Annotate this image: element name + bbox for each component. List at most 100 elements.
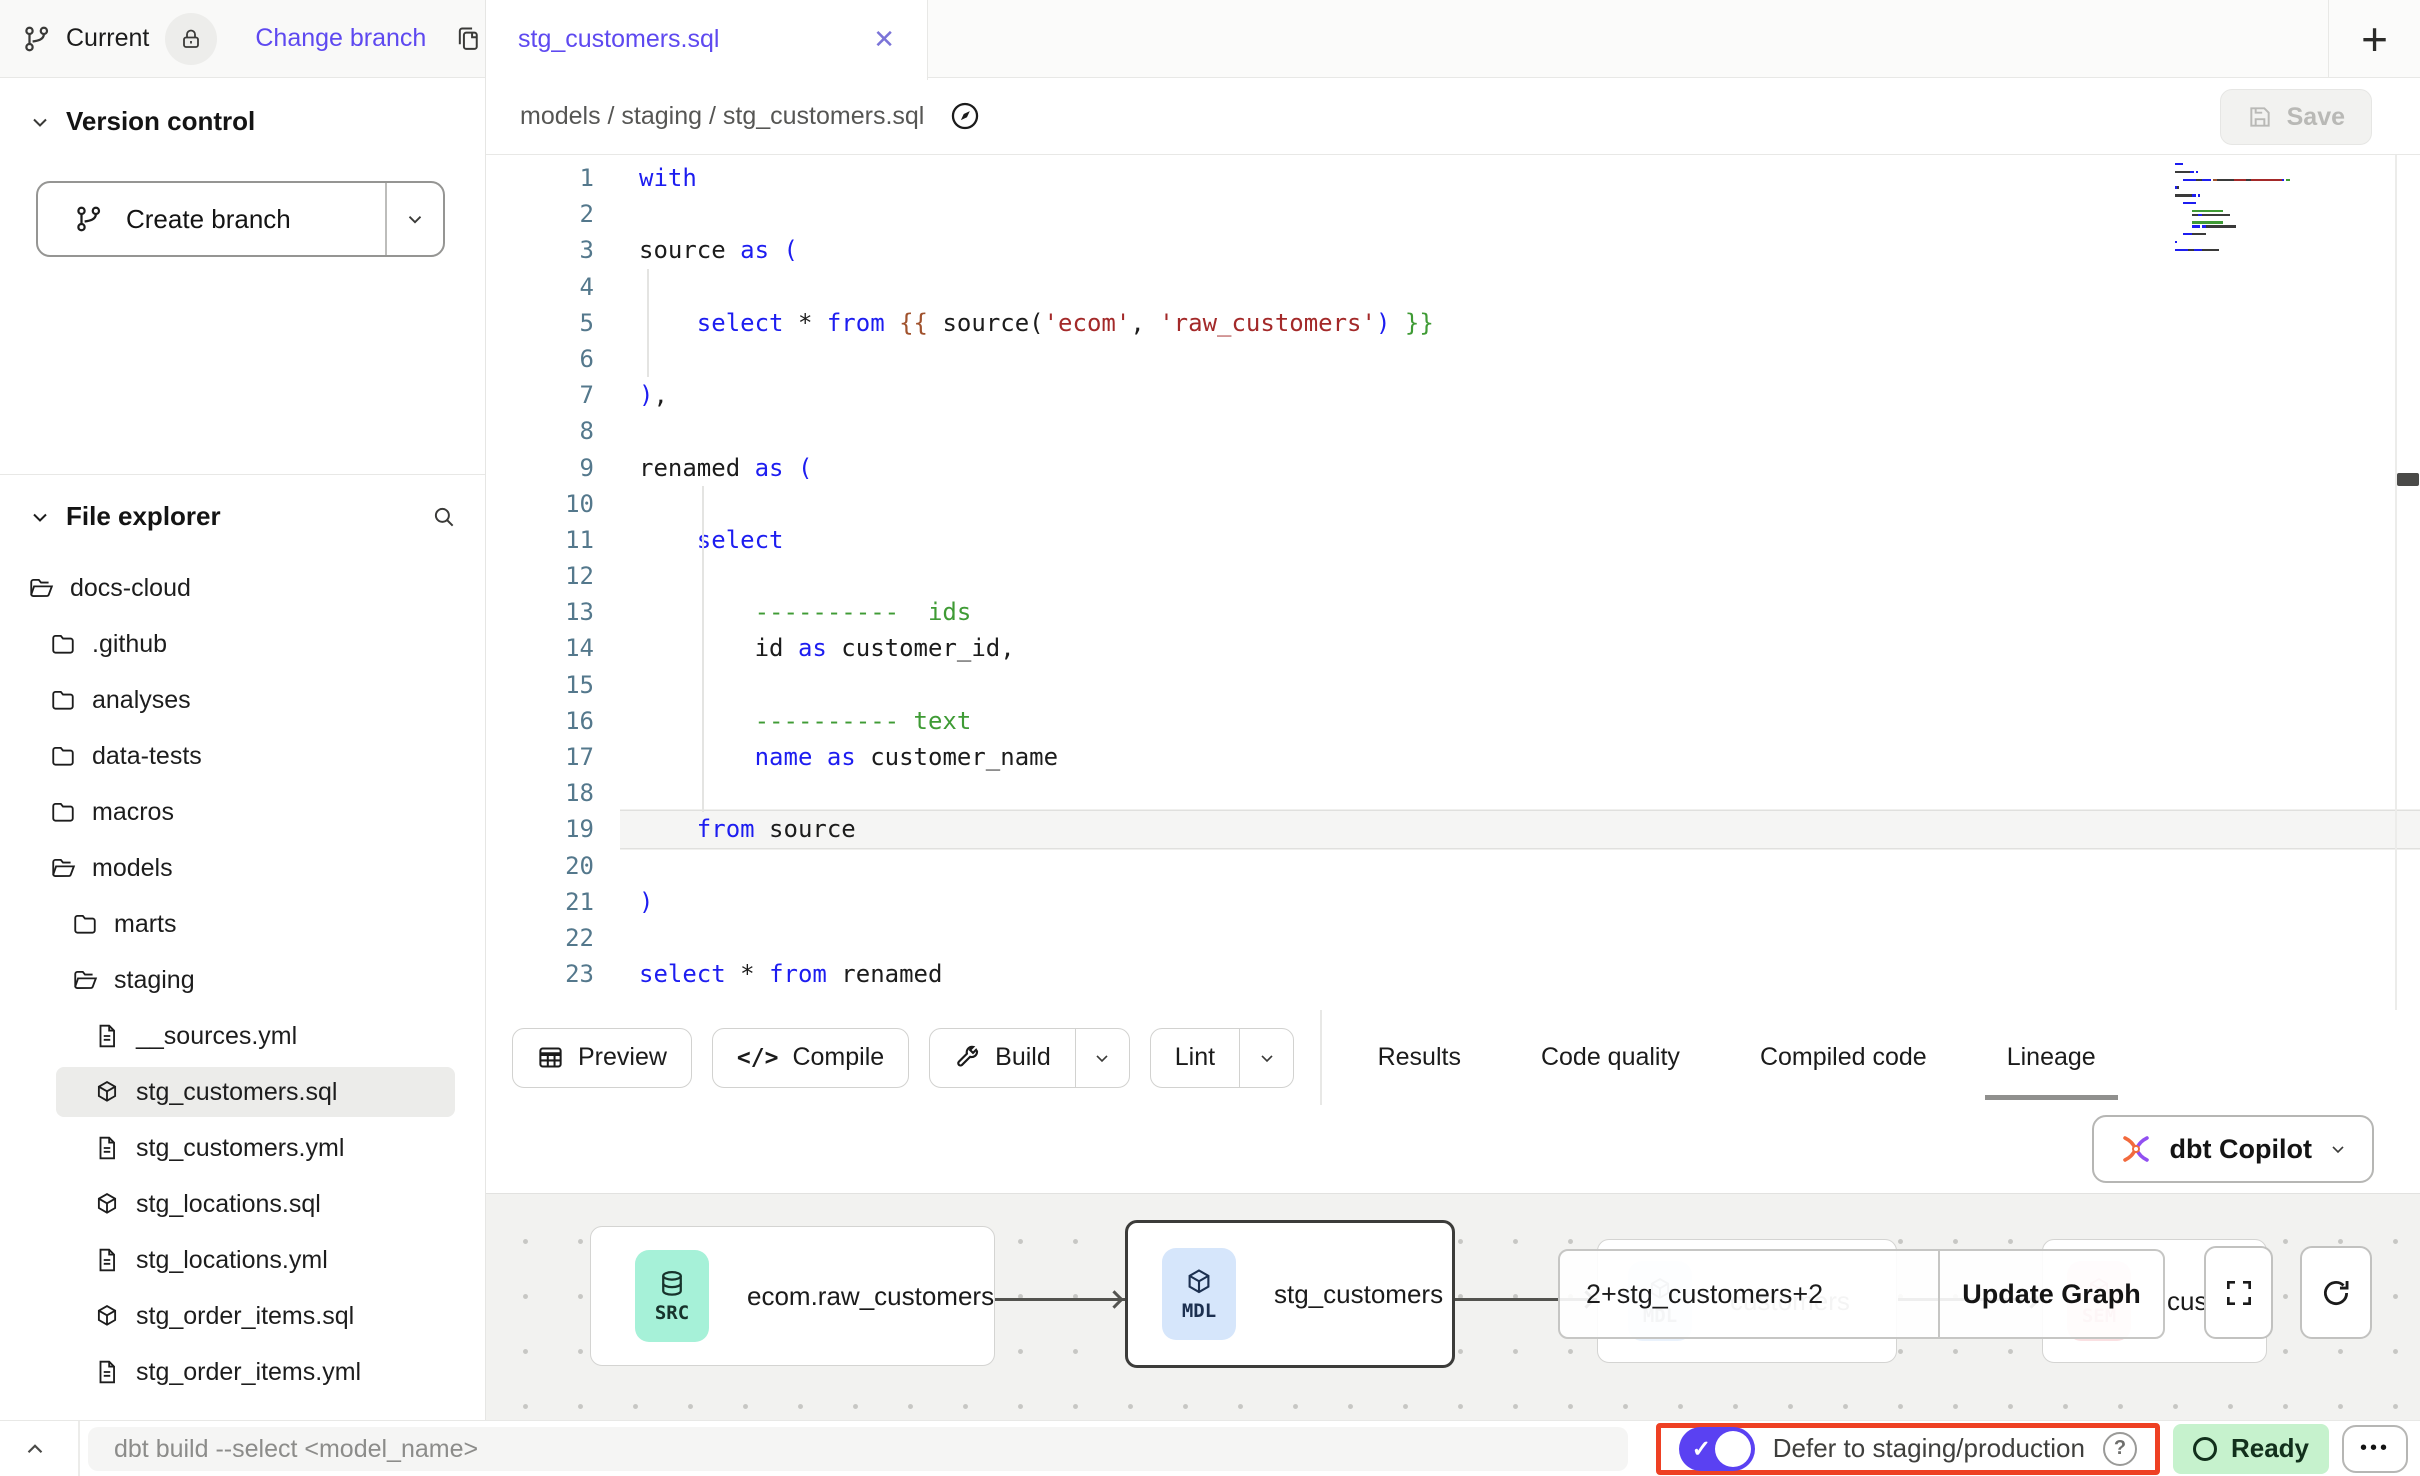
tree-item-staging[interactable]: staging — [0, 952, 485, 1008]
code-line-16[interactable]: 16 ---------- text — [486, 703, 2420, 739]
code-line-8[interactable]: 8 — [486, 413, 2420, 449]
tab-stg-customers[interactable]: stg_customers.sql ✕ — [486, 0, 928, 80]
defer-toggle[interactable]: ✓ — [1679, 1427, 1755, 1471]
chevron-down-icon — [1092, 1048, 1112, 1068]
minimap[interactable] — [2175, 163, 2297, 252]
doc-icon — [94, 1023, 120, 1049]
code-line-20[interactable]: 20 — [486, 848, 2420, 884]
update-graph-button[interactable]: Update Graph — [1940, 1251, 2163, 1337]
help-icon[interactable]: ? — [2103, 1432, 2137, 1466]
tab-compiled-code[interactable]: Compiled code — [1760, 1010, 1927, 1105]
refresh-button[interactable] — [2300, 1246, 2372, 1339]
fullscreen-button[interactable] — [2204, 1246, 2273, 1339]
line-number: 15 — [486, 667, 594, 703]
dbt-copilot-button[interactable]: dbt Copilot — [2092, 1115, 2374, 1183]
tree-item--github[interactable]: .github — [0, 616, 485, 672]
lint-button[interactable]: Lint — [1150, 1028, 1294, 1088]
tree-item-analyses[interactable]: analyses — [0, 672, 485, 728]
code-line-2[interactable]: 2 — [486, 196, 2420, 232]
lineage-compass-icon[interactable] — [948, 99, 982, 133]
file-explorer-section: File explorer docs-cloud.githubanalysesd… — [0, 475, 485, 1420]
node-label: ecom.raw_customers — [747, 1281, 994, 1312]
lineage-selector-bar: Update Graph — [1558, 1249, 2165, 1339]
tree-item-stg-customers-sql[interactable]: stg_customers.sql — [0, 1064, 485, 1120]
toggle-knob — [1715, 1431, 1751, 1467]
code-line-3[interactable]: 3source as ( — [486, 232, 2420, 268]
code-line-13[interactable]: 13 ---------- ids — [486, 594, 2420, 630]
code-line-4[interactable]: 4 — [486, 269, 2420, 305]
lineage-node-stg-customers[interactable]: MDL stg_customers — [1125, 1220, 1455, 1368]
create-branch-label: Create branch — [126, 204, 291, 235]
code-text — [620, 667, 2420, 703]
compile-button[interactable]: </> Compile — [712, 1028, 909, 1088]
save-icon — [2247, 104, 2273, 130]
indent-guide — [702, 486, 704, 812]
tree-item-models[interactable]: models — [0, 840, 485, 896]
source-badge: SRC — [635, 1250, 709, 1342]
code-text — [620, 341, 2420, 377]
tab-results[interactable]: Results — [1378, 1010, 1461, 1105]
code-line-23[interactable]: 23select * from renamed — [486, 956, 2420, 992]
file-explorer-title: File explorer — [66, 501, 221, 532]
build-button[interactable]: Build — [929, 1028, 1130, 1088]
code-line-1[interactable]: 1with — [486, 160, 2420, 196]
code-line-22[interactable]: 22 — [486, 920, 2420, 956]
tab-code-quality[interactable]: Code quality — [1541, 1010, 1680, 1105]
build-dropdown[interactable] — [1075, 1029, 1129, 1087]
tree-item-stg-order-items-yml[interactable]: stg_order_items.yml — [0, 1344, 485, 1400]
code-line-11[interactable]: 11 select — [486, 522, 2420, 558]
breadcrumb-row: models / staging / stg_customers.sql Sav… — [486, 78, 2420, 155]
tree-item-stg-locations-yml[interactable]: stg_locations.yml — [0, 1232, 485, 1288]
code-line-17[interactable]: 17 name as customer_name — [486, 739, 2420, 775]
code-editor[interactable]: 1with23source as (45 select * from {{ so… — [486, 155, 2420, 1010]
create-branch-button[interactable]: Create branch — [36, 181, 445, 257]
create-branch-dropdown[interactable] — [385, 183, 443, 255]
code-line-21[interactable]: 21) — [486, 884, 2420, 920]
line-number: 8 — [486, 413, 594, 449]
line-number: 21 — [486, 884, 594, 920]
tree-item--sources-yml[interactable]: __sources.yml — [0, 1008, 485, 1064]
code-line-18[interactable]: 18 — [486, 775, 2420, 811]
code-line-12[interactable]: 12 — [486, 558, 2420, 594]
overflow-menu-button[interactable]: ••• — [2342, 1425, 2408, 1473]
lint-dropdown[interactable] — [1239, 1029, 1293, 1087]
close-icon[interactable]: ✕ — [873, 24, 895, 55]
lineage-node-raw-customers[interactable]: SRC ecom.raw_customers — [590, 1226, 995, 1366]
code-text: ), — [620, 377, 2420, 413]
code-line-7[interactable]: 7), — [486, 377, 2420, 413]
command-input[interactable] — [88, 1427, 1628, 1471]
change-branch-link[interactable]: Change branch — [255, 24, 426, 53]
tree-item-label: stg_locations.sql — [136, 1190, 321, 1219]
code-line-6[interactable]: 6 — [486, 341, 2420, 377]
save-button[interactable]: Save — [2220, 89, 2372, 145]
doc-icon — [94, 1247, 120, 1273]
tree-item-data-tests[interactable]: data-tests — [0, 728, 485, 784]
tree-item-docs-cloud[interactable]: docs-cloud — [0, 560, 485, 616]
lineage-canvas[interactable]: SRC ecom.raw_customers MDL stg_customers… — [486, 1193, 2420, 1420]
code-line-15[interactable]: 15 — [486, 667, 2420, 703]
code-text: select * from renamed — [620, 956, 2420, 992]
code-line-14[interactable]: 14 id as customer_id, — [486, 630, 2420, 666]
new-tab-button[interactable]: + — [2361, 16, 2388, 62]
scrollbar-thumb[interactable] — [2397, 473, 2419, 486]
copy-icon[interactable] — [454, 25, 482, 53]
code-line-10[interactable]: 10 — [486, 486, 2420, 522]
tree-item-stg-order-items-sql[interactable]: stg_order_items.sql — [0, 1288, 485, 1344]
tab-lineage[interactable]: Lineage — [2007, 1010, 2096, 1105]
save-label: Save — [2287, 103, 2345, 132]
chevron-down-icon[interactable] — [28, 505, 52, 529]
collapse-panel-button[interactable] — [22, 1436, 48, 1462]
search-icon[interactable] — [431, 504, 457, 530]
code-text: from source — [620, 811, 2420, 847]
lineage-selector-input[interactable] — [1560, 1251, 1938, 1337]
chevron-down-icon[interactable] — [28, 110, 52, 134]
code-text — [620, 413, 2420, 449]
tree-item-stg-locations-sql[interactable]: stg_locations.sql — [0, 1176, 485, 1232]
tree-item-macros[interactable]: macros — [0, 784, 485, 840]
preview-button[interactable]: Preview — [512, 1028, 692, 1088]
code-line-9[interactable]: 9renamed as ( — [486, 450, 2420, 486]
tree-item-stg-customers-yml[interactable]: stg_customers.yml — [0, 1120, 485, 1176]
code-line-19[interactable]: 19 from source — [486, 811, 2420, 847]
tree-item-marts[interactable]: marts — [0, 896, 485, 952]
code-line-5[interactable]: 5 select * from {{ source('ecom', 'raw_c… — [486, 305, 2420, 341]
